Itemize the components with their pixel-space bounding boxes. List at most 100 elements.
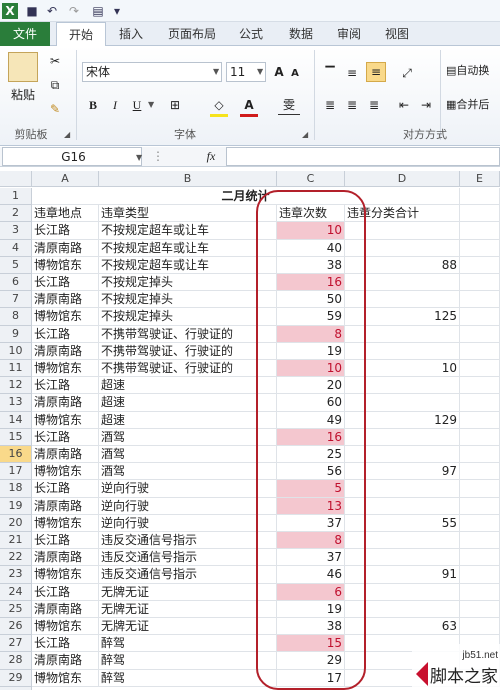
category-total-cell[interactable]: 10	[345, 360, 460, 378]
row-header[interactable]: 16	[0, 446, 32, 464]
violation-count-cell[interactable]: 60	[277, 394, 345, 412]
violation-count-cell[interactable]: 59	[277, 308, 345, 326]
category-total-cell[interactable]: 55	[345, 514, 460, 532]
violation-type-cell[interactable]: 违反交通信号指示	[99, 566, 277, 584]
location-cell[interactable]: 博物馆东	[32, 411, 99, 429]
sheet-title[interactable]: 二月统计	[32, 188, 460, 206]
violation-count-cell[interactable]: 10	[277, 222, 345, 240]
location-cell[interactable]: 清原南路	[32, 549, 99, 567]
violation-type-cell[interactable]: 不按规定超车或让车	[99, 239, 277, 257]
row-header[interactable]: 23	[0, 566, 32, 584]
category-total-cell[interactable]	[345, 549, 460, 567]
violation-type-cell[interactable]: 醉驾	[99, 652, 277, 670]
category-total-cell[interactable]	[345, 600, 460, 618]
violation-type-cell[interactable]: 违反交通信号指示	[99, 549, 277, 567]
violation-type-cell[interactable]: 酒驾	[99, 446, 277, 464]
merge-center-button[interactable]: ▦合并后	[446, 96, 500, 114]
cell[interactable]	[460, 411, 500, 429]
fill-color-icon[interactable]: ◇	[210, 96, 228, 117]
location-cell[interactable]: 长江路	[32, 377, 99, 395]
location-cell[interactable]: 博物馆东	[32, 256, 99, 274]
shrink-font-button[interactable]: A	[288, 65, 302, 83]
name-box[interactable]: G16	[2, 147, 142, 166]
violation-count-cell[interactable]: 15	[277, 635, 345, 653]
excel-app-icon[interactable]: X	[2, 3, 18, 19]
cell[interactable]	[460, 256, 500, 274]
formula-bar-resize-icon[interactable]: ⋮	[150, 147, 166, 165]
violation-type-cell[interactable]: 不携带驾驶证、行驶证的	[99, 342, 277, 360]
row-header[interactable]: 4	[0, 239, 32, 257]
row-header[interactable]: 24	[0, 583, 32, 601]
row-header[interactable]: 7	[0, 291, 32, 309]
row-header[interactable]: 10	[0, 342, 32, 360]
cell[interactable]	[460, 428, 500, 446]
row-header[interactable]: 3	[0, 222, 32, 240]
tab-home[interactable]: 开始	[56, 22, 106, 47]
cell[interactable]	[460, 239, 500, 257]
paste-button[interactable]: 粘贴	[4, 86, 42, 104]
column-header-a[interactable]: A	[32, 171, 99, 187]
violation-count-cell[interactable]: 19	[277, 600, 345, 618]
violation-type-cell[interactable]: 逆向行驶	[99, 497, 277, 515]
location-cell[interactable]: 清原南路	[32, 497, 99, 515]
location-cell[interactable]: 博物馆东	[32, 308, 99, 326]
violation-type-cell[interactable]: 不携带驾驶证、行驶证的	[99, 360, 277, 378]
row-header[interactable]: 27	[0, 635, 32, 653]
font-color-button[interactable]: A	[240, 96, 258, 117]
tab-insert[interactable]: 插入	[110, 22, 152, 46]
row-header[interactable]: 25	[0, 600, 32, 618]
cell[interactable]	[460, 188, 500, 206]
violation-count-cell[interactable]: 16	[277, 274, 345, 292]
tab-file[interactable]: 文件	[0, 22, 50, 46]
violation-count-cell[interactable]: 25	[277, 446, 345, 464]
header-cell[interactable]: 违章地点	[32, 205, 99, 223]
location-cell[interactable]: 长江路	[32, 325, 99, 343]
cell[interactable]	[460, 549, 500, 567]
violation-type-cell[interactable]: 酒驾	[99, 428, 277, 446]
cell[interactable]	[460, 325, 500, 343]
location-cell[interactable]: 清原南路	[32, 291, 99, 309]
violation-type-cell[interactable]: 不按规定掉头	[99, 308, 277, 326]
category-total-cell[interactable]	[345, 583, 460, 601]
border-icon[interactable]: ⊞	[166, 96, 184, 114]
cell[interactable]	[460, 205, 500, 223]
category-total-cell[interactable]	[345, 446, 460, 464]
cell[interactable]	[460, 463, 500, 481]
violation-count-cell[interactable]: 17	[277, 669, 345, 687]
row-header[interactable]: 19	[0, 497, 32, 515]
violation-count-cell[interactable]: 13	[277, 497, 345, 515]
location-cell[interactable]: 博物馆东	[32, 463, 99, 481]
row-header[interactable]: 8	[0, 308, 32, 326]
category-total-cell[interactable]	[345, 497, 460, 515]
violation-count-cell[interactable]: 50	[277, 291, 345, 309]
category-total-cell[interactable]: 91	[345, 566, 460, 584]
cell[interactable]	[460, 532, 500, 550]
violation-count-cell[interactable]: 37	[277, 514, 345, 532]
column-header-b[interactable]: B	[99, 171, 277, 187]
cell[interactable]	[460, 618, 500, 636]
align-middle-icon[interactable]: ≡	[344, 64, 360, 82]
violation-type-cell[interactable]: 无牌无证	[99, 600, 277, 618]
grow-font-button[interactable]: A	[272, 63, 286, 81]
underline-button[interactable]: U	[128, 96, 146, 114]
violation-count-cell[interactable]: 19	[277, 342, 345, 360]
violation-count-cell[interactable]: 40	[277, 239, 345, 257]
tab-review[interactable]: 审阅	[328, 22, 370, 46]
violation-count-cell[interactable]: 16	[277, 428, 345, 446]
violation-type-cell[interactable]: 超速	[99, 377, 277, 395]
violation-count-cell[interactable]: 46	[277, 566, 345, 584]
row-header[interactable]: 11	[0, 360, 32, 378]
row-header[interactable]: 29	[0, 669, 32, 687]
violation-type-cell[interactable]: 醉驾	[99, 635, 277, 653]
category-total-cell[interactable]	[345, 239, 460, 257]
violation-type-cell[interactable]: 不携带驾驶证、行驶证的	[99, 325, 277, 343]
violation-count-cell[interactable]: 6	[277, 583, 345, 601]
redo-icon[interactable]: ↷	[66, 3, 82, 19]
location-cell[interactable]: 博物馆东	[32, 669, 99, 687]
category-total-cell[interactable]: 129	[345, 411, 460, 429]
row-header[interactable]: 28	[0, 652, 32, 670]
location-cell[interactable]: 清原南路	[32, 652, 99, 670]
row-header[interactable]: 15	[0, 428, 32, 446]
tab-formulas[interactable]: 公式	[230, 22, 272, 46]
paste-icon[interactable]	[8, 52, 38, 82]
